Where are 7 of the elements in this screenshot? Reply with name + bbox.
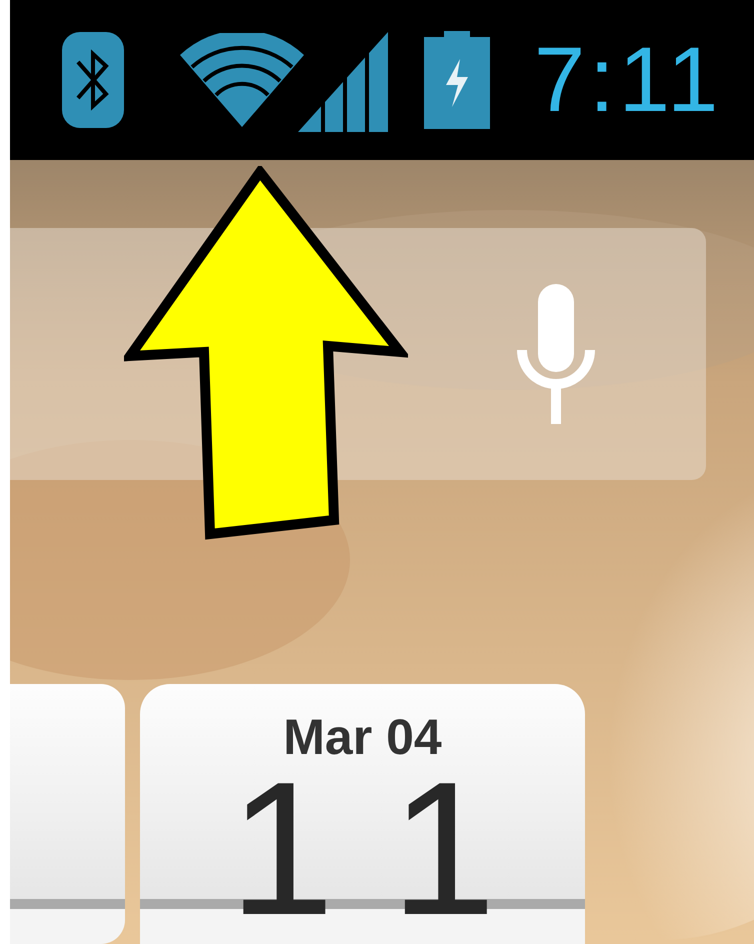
wifi-icon	[180, 33, 304, 127]
hour-digits: 11	[228, 774, 566, 924]
signal-icon	[298, 32, 388, 132]
clock-time: 7:11	[534, 34, 722, 126]
bluetooth-icon	[62, 32, 124, 128]
battery-icon	[424, 31, 490, 129]
date-label: Mar 04	[283, 712, 442, 762]
